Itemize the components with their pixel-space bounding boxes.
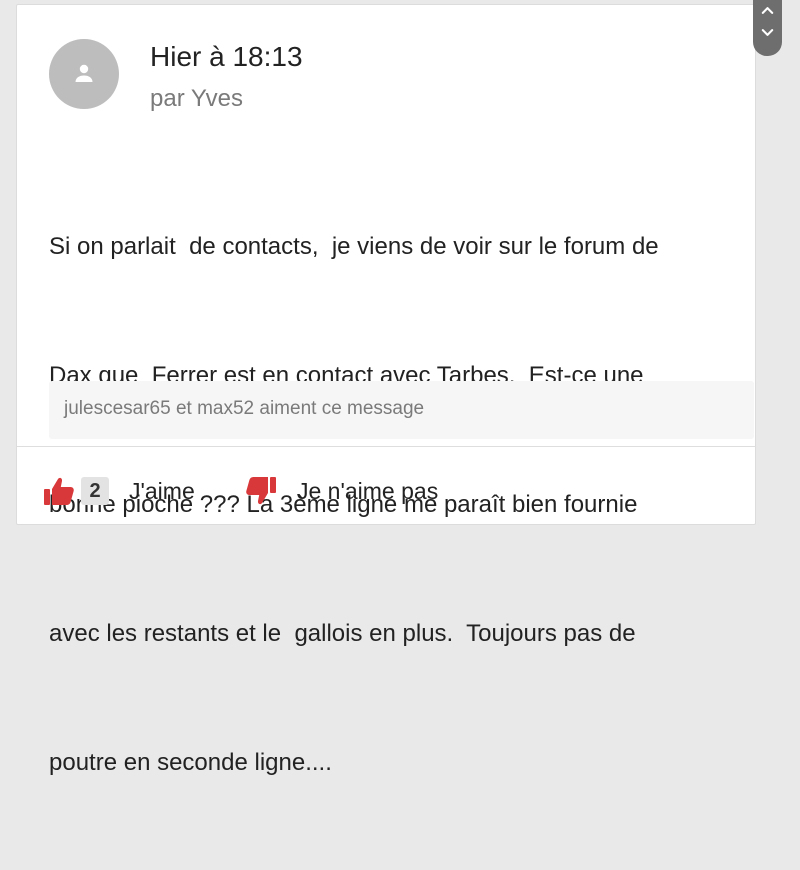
user-placeholder-icon [75,64,93,82]
chevron-up-icon[interactable] [760,3,775,18]
forum-post-card: Hier à 18:13 par Yves Si on parlait de c… [16,4,756,776]
avatar[interactable] [49,39,119,109]
likers-summary: julescesar65 et max52 aiment ce message [49,381,754,439]
thumbs-up-icon [44,477,74,505]
like-count-badge: 2 [81,477,109,505]
dislike-label: Je n'aime pas [297,477,439,504]
message-line: avec les restants et le gallois en plus.… [49,620,636,647]
like-button[interactable]: 2 J'aime [43,471,195,511]
message-line: poutre en seconde ligne.... [49,749,332,776]
like-label: J'aime [129,477,195,504]
dislike-button[interactable]: Je n'aime pas [245,471,438,511]
likers-text[interactable]: julescesar65 et max52 aiment ce message [64,398,424,420]
message-line: Si on parlait de contacts, je viens de v… [49,233,659,260]
post-timestamp: Hier à 18:13 [150,41,303,72]
thumbs-down-icon [246,477,276,505]
chevron-down-icon[interactable] [760,25,775,40]
scroll-control [753,0,782,56]
post-author[interactable]: par Yves [150,85,243,113]
divider [17,446,755,447]
